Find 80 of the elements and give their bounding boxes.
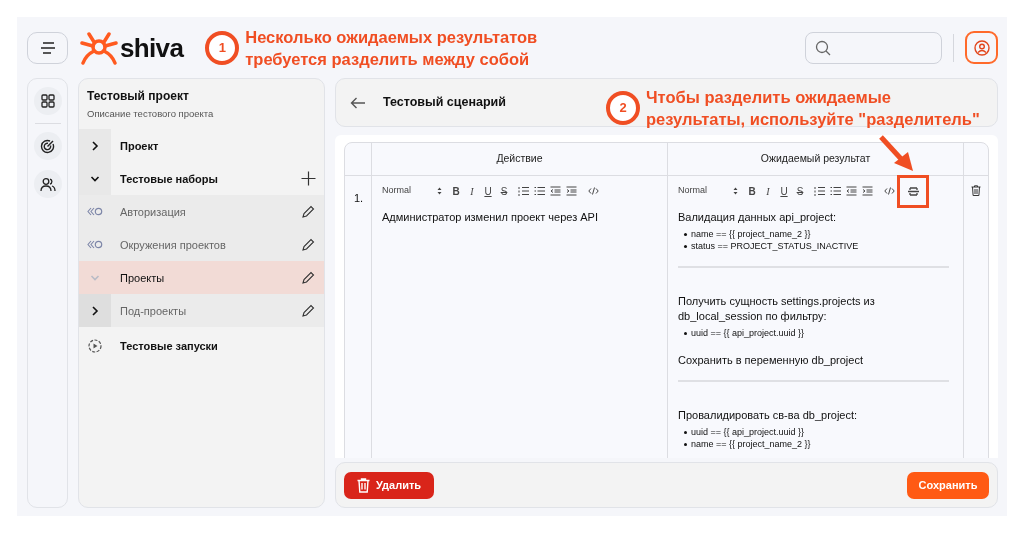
- pencil-icon[interactable]: [301, 270, 315, 285]
- bullet-item: uuid == {{ api_project.uuid }}: [678, 426, 949, 438]
- scenario-title: Тестовый сценарий: [383, 94, 506, 112]
- users-icon[interactable]: [33, 170, 62, 198]
- bullet-item: status == PROJECT_STATUS_INACTIVE: [678, 240, 949, 252]
- chevron-down-icon[interactable]: [90, 174, 100, 183]
- dashboard-icon[interactable]: [33, 87, 62, 115]
- bullet-list-icon[interactable]: [534, 186, 545, 196]
- delete-button[interactable]: Удалить: [344, 471, 434, 499]
- text-paragraph: Администратор изменил проект через API: [382, 210, 599, 225]
- logo-text: shiva: [120, 34, 184, 61]
- code-icon[interactable]: [884, 187, 895, 195]
- tree-item[interactable]: Авторизация: [79, 195, 324, 229]
- trash-icon: [356, 477, 370, 493]
- tree-item[interactable]: Под-проекты: [79, 294, 324, 328]
- annotation-text: Несколько ожидаемых результатов требуется разделить между собой: [245, 26, 538, 70]
- tree-label: Под-проекты: [120, 303, 188, 319]
- indent-icon[interactable]: [862, 186, 873, 196]
- tree-item[interactable]: Окружения проектов: [79, 228, 324, 262]
- divider-icon: [906, 186, 920, 196]
- text-paragraph: Провалидировать св-ва db_project:: [678, 408, 859, 423]
- tree-label: Окружения проектов: [120, 237, 227, 253]
- search-icon: [815, 39, 831, 56]
- chevron-right-icon[interactable]: [91, 140, 99, 151]
- bullet-item: name == {{ project_name_2 }}: [678, 228, 949, 240]
- tree-label: Проекты: [120, 270, 166, 286]
- callout-arrow: [879, 135, 915, 173]
- column-header: Действие: [372, 143, 668, 175]
- text-paragraph: Валидация данных api_project:: [678, 210, 838, 225]
- tree-item[interactable]: Проекты: [79, 261, 324, 295]
- strike-tool[interactable]: S: [792, 183, 808, 199]
- user-icon: [973, 39, 990, 56]
- project-title: Тестовый проект: [87, 88, 190, 105]
- profile-button[interactable]: [965, 31, 998, 64]
- tree-label: Тестовые наборы: [120, 171, 219, 187]
- chevron-right-icon[interactable]: [91, 305, 99, 316]
- underline-tool[interactable]: U: [776, 183, 792, 199]
- indent-icon[interactable]: [566, 186, 577, 196]
- spider-logo-icon: [80, 30, 118, 65]
- menu-icon: [39, 41, 56, 54]
- sort-icon: [437, 187, 442, 195]
- format-select[interactable]: Normal: [382, 184, 442, 198]
- pencil-icon[interactable]: [301, 237, 315, 252]
- bold-tool[interactable]: B: [448, 183, 464, 199]
- ordered-list-icon[interactable]: [518, 186, 529, 196]
- underline-tool[interactable]: U: [480, 183, 496, 199]
- suite-icon: [87, 240, 103, 250]
- trash-icon[interactable]: [971, 185, 981, 196]
- format-select[interactable]: Normal: [678, 184, 738, 198]
- annotation-text: Чтобы разделить ожидаемые результаты, используйте "разделитель": [646, 87, 980, 130]
- strike-tool[interactable]: S: [496, 183, 512, 199]
- pencil-icon[interactable]: [301, 204, 315, 219]
- divider-tool[interactable]: [897, 174, 929, 208]
- ordered-list-icon[interactable]: [814, 186, 825, 196]
- step-number-badge: 1: [205, 30, 240, 65]
- suite-icon: [87, 207, 103, 217]
- bullet-list-icon[interactable]: [830, 186, 841, 196]
- bold-tool[interactable]: B: [744, 183, 760, 199]
- tree-label: Проект: [120, 138, 160, 154]
- back-arrow-icon[interactable]: [350, 96, 366, 109]
- sort-icon: [733, 187, 738, 195]
- project-description: Описание тестового проекта: [87, 107, 215, 121]
- tree-label: Авторизация: [120, 204, 187, 220]
- italic-tool[interactable]: I: [760, 183, 776, 199]
- tree-label: Тестовые запуски: [120, 338, 219, 354]
- italic-tool[interactable]: I: [464, 183, 480, 199]
- bullet-item: name == {{ project_name_2 }}: [678, 438, 949, 450]
- text-paragraph: Сохранить в переменную db_project: [678, 353, 864, 368]
- bullet-item: uuid == {{ api_project.uuid }}: [678, 327, 949, 339]
- step-number: 1.: [354, 192, 364, 204]
- menu-button[interactable]: [27, 31, 68, 64]
- plus-icon[interactable]: [300, 171, 316, 187]
- pencil-icon[interactable]: [301, 303, 315, 318]
- text-paragraph: Получить сущность settings.projects из db_local_session по фильтру:: [678, 294, 876, 324]
- outdent-icon[interactable]: [550, 186, 561, 196]
- code-icon[interactable]: [588, 187, 599, 195]
- play-icon: [88, 338, 102, 353]
- target-icon[interactable]: [33, 132, 62, 160]
- search-field[interactable]: [805, 31, 942, 64]
- outdent-icon[interactable]: [846, 186, 857, 196]
